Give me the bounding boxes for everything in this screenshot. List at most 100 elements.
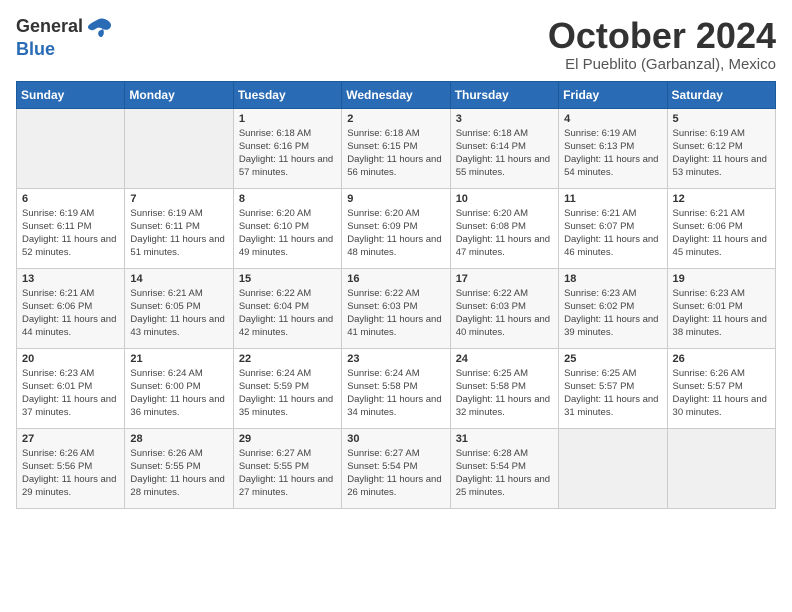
calendar-cell: 8 Sunrise: 6:20 AM Sunset: 6:10 PM Daylig… [233,188,341,268]
calendar-cell: 17 Sunrise: 6:22 AM Sunset: 6:03 PM Dayli… [450,268,558,348]
calendar-cell [559,428,667,508]
calendar-week-2: 6 Sunrise: 6:19 AM Sunset: 6:11 PM Daylig… [17,188,776,268]
day-number: 6 [22,193,119,205]
day-info: Sunrise: 6:21 AM Sunset: 6:05 PM Dayligh… [130,287,227,340]
day-number: 17 [456,273,553,285]
day-info: Sunrise: 6:24 AM Sunset: 5:58 PM Dayligh… [347,367,444,420]
calendar-cell: 7 Sunrise: 6:19 AM Sunset: 6:11 PM Daylig… [125,188,233,268]
day-number: 24 [456,353,553,365]
calendar-cell: 30Sunrise: 6:27 AM Sunset: 5:54 PM Dayli… [342,428,450,508]
day-info: Sunrise: 6:22 AM Sunset: 6:04 PM Dayligh… [239,287,336,340]
day-number: 19 [673,273,770,285]
calendar-cell: 10Sunrise: 6:20 AM Sunset: 6:08 PM Dayli… [450,188,558,268]
calendar-cell: 27 Sunrise: 6:26 AM Sunset: 5:56 PM Dayli… [17,428,125,508]
calendar-cell: 29 Sunrise: 6:27 AM Sunset: 5:55 PM Dayli… [233,428,341,508]
day-number: 18 [564,273,661,285]
day-info: Sunrise: 6:24 AM Sunset: 5:59 PM Dayligh… [239,367,336,420]
day-info: Sunrise: 6:18 AM Sunset: 6:14 PM Dayligh… [456,127,553,180]
day-number: 10 [456,193,553,205]
day-number: 22 [239,353,336,365]
day-number: 31 [456,433,553,445]
day-header-wednesday: Wednesday [342,81,450,108]
day-info: Sunrise: 6:19 AM Sunset: 6:11 PM Dayligh… [130,207,227,260]
calendar-cell: 23 Sunrise: 6:24 AM Sunset: 5:58 PM Dayli… [342,348,450,428]
day-number: 8 [239,193,336,205]
calendar-cell: 26 Sunrise: 6:26 AM Sunset: 5:57 PM Dayli… [667,348,775,428]
day-number: 13 [22,273,119,285]
calendar-cell [17,108,125,188]
day-number: 2 [347,113,444,125]
day-info: Sunrise: 6:23 AM Sunset: 6:02 PM Dayligh… [564,287,661,340]
day-number: 23 [347,353,444,365]
calendar-cell: 31Sunrise: 6:28 AM Sunset: 5:54 PM Dayli… [450,428,558,508]
day-info: Sunrise: 6:20 AM Sunset: 6:10 PM Dayligh… [239,207,336,260]
title-section: October 2024 El Pueblito (Garbanzal), Me… [548,16,776,73]
calendar-cell: 28Sunrise: 6:26 AM Sunset: 5:55 PM Dayli… [125,428,233,508]
day-header-tuesday: Tuesday [233,81,341,108]
day-number: 20 [22,353,119,365]
day-number: 26 [673,353,770,365]
day-number: 27 [22,433,119,445]
day-number: 30 [347,433,444,445]
day-info: Sunrise: 6:19 AM Sunset: 6:13 PM Dayligh… [564,127,661,180]
calendar-week-1: 1 Sunrise: 6:18 AM Sunset: 6:16 PM Daylig… [17,108,776,188]
day-number: 3 [456,113,553,125]
day-info: Sunrise: 6:20 AM Sunset: 6:09 PM Dayligh… [347,207,444,260]
calendar-cell: 3 Sunrise: 6:18 AM Sunset: 6:14 PM Daylig… [450,108,558,188]
calendar-week-3: 13 Sunrise: 6:21 AM Sunset: 6:06 PM Dayli… [17,268,776,348]
day-number: 16 [347,273,444,285]
day-number: 15 [239,273,336,285]
day-info: Sunrise: 6:21 AM Sunset: 6:07 PM Dayligh… [564,207,661,260]
calendar-cell: 14 Sunrise: 6:21 AM Sunset: 6:05 PM Dayli… [125,268,233,348]
calendar-week-4: 20Sunrise: 6:23 AM Sunset: 6:01 PM Dayli… [17,348,776,428]
calendar-cell: 20Sunrise: 6:23 AM Sunset: 6:01 PM Dayli… [17,348,125,428]
day-info: Sunrise: 6:26 AM Sunset: 5:57 PM Dayligh… [673,367,770,420]
calendar-body: 1 Sunrise: 6:18 AM Sunset: 6:16 PM Daylig… [17,108,776,508]
day-header-friday: Friday [559,81,667,108]
day-number: 28 [130,433,227,445]
day-number: 14 [130,273,227,285]
day-number: 7 [130,193,227,205]
day-info: Sunrise: 6:23 AM Sunset: 6:01 PM Dayligh… [673,287,770,340]
day-number: 29 [239,433,336,445]
days-header-row: SundayMondayTuesdayWednesdayThursdayFrid… [17,81,776,108]
logo-blue-text: Blue [16,39,55,59]
day-info: Sunrise: 6:24 AM Sunset: 6:00 PM Dayligh… [130,367,227,420]
calendar-cell: 2Sunrise: 6:18 AM Sunset: 6:15 PM Daylig… [342,108,450,188]
day-header-saturday: Saturday [667,81,775,108]
location-title: El Pueblito (Garbanzal), Mexico [548,56,776,73]
day-number: 21 [130,353,227,365]
day-info: Sunrise: 6:22 AM Sunset: 6:03 PM Dayligh… [347,287,444,340]
calendar-cell: 12 Sunrise: 6:21 AM Sunset: 6:06 PM Dayli… [667,188,775,268]
calendar-cell: 9 Sunrise: 6:20 AM Sunset: 6:09 PM Daylig… [342,188,450,268]
day-header-sunday: Sunday [17,81,125,108]
month-title: October 2024 [548,16,776,56]
day-number: 12 [673,193,770,205]
page-header: General Blue October 2024 El Pueblito (G… [16,16,776,73]
logo-general-text: General [16,16,83,36]
calendar-cell [667,428,775,508]
day-info: Sunrise: 6:27 AM Sunset: 5:55 PM Dayligh… [239,447,336,500]
day-info: Sunrise: 6:19 AM Sunset: 6:11 PM Dayligh… [22,207,119,260]
day-info: Sunrise: 6:18 AM Sunset: 6:16 PM Dayligh… [239,127,336,180]
calendar-cell: 15 Sunrise: 6:22 AM Sunset: 6:04 PM Dayli… [233,268,341,348]
calendar-cell: 22 Sunrise: 6:24 AM Sunset: 5:59 PM Dayli… [233,348,341,428]
calendar-cell: 19 Sunrise: 6:23 AM Sunset: 6:01 PM Dayli… [667,268,775,348]
calendar-cell: 21 Sunrise: 6:24 AM Sunset: 6:00 PM Dayli… [125,348,233,428]
day-number: 9 [347,193,444,205]
day-info: Sunrise: 6:25 AM Sunset: 5:58 PM Dayligh… [456,367,553,420]
calendar-week-5: 27 Sunrise: 6:26 AM Sunset: 5:56 PM Dayli… [17,428,776,508]
day-info: Sunrise: 6:25 AM Sunset: 5:57 PM Dayligh… [564,367,661,420]
calendar-cell: 18 Sunrise: 6:23 AM Sunset: 6:02 PM Dayli… [559,268,667,348]
day-info: Sunrise: 6:21 AM Sunset: 6:06 PM Dayligh… [673,207,770,260]
day-number: 1 [239,113,336,125]
logo: General Blue [16,16,113,60]
calendar-cell: 6 Sunrise: 6:19 AM Sunset: 6:11 PM Daylig… [17,188,125,268]
day-info: Sunrise: 6:21 AM Sunset: 6:06 PM Dayligh… [22,287,119,340]
calendar-cell: 11Sunrise: 6:21 AM Sunset: 6:07 PM Dayli… [559,188,667,268]
calendar-cell [125,108,233,188]
day-header-thursday: Thursday [450,81,558,108]
day-info: Sunrise: 6:22 AM Sunset: 6:03 PM Dayligh… [456,287,553,340]
logo-bird-icon [85,17,113,39]
day-info: Sunrise: 6:26 AM Sunset: 5:56 PM Dayligh… [22,447,119,500]
